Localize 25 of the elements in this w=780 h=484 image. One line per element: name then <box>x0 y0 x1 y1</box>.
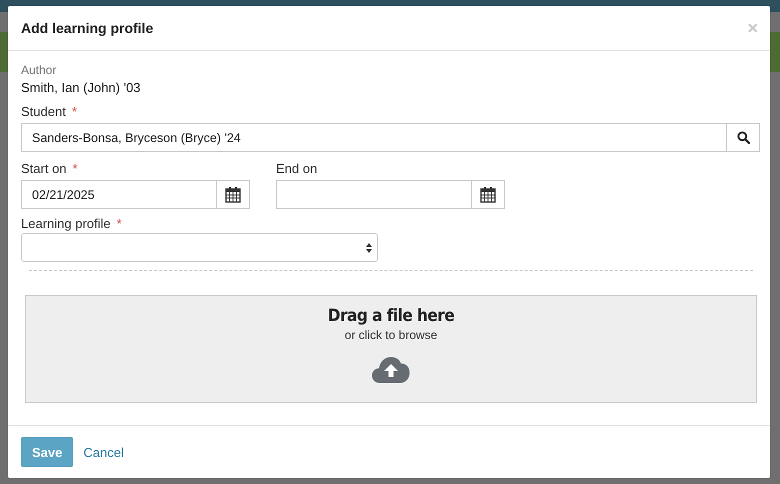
student-field[interactable]: Sanders-Bonsa, Bryceson (Bryce) '24 <box>21 123 726 152</box>
sort-caret-icon <box>366 242 372 252</box>
date-field[interactable] <box>276 180 471 209</box>
date-field[interactable]: 02/21/2025 <box>21 180 216 209</box>
author-name: Smith, Ian (John) '03 <box>21 80 142 95</box>
learning-profile-label: Learning profile <box>21 216 111 231</box>
cancel-link[interactable]: Cancel <box>83 444 124 460</box>
search-icon <box>736 131 750 144</box>
file-dropzone[interactable]: Drag a file here or click to browse <box>25 295 757 403</box>
student-label: Student <box>21 104 66 119</box>
dialog-title: Add learning profile <box>21 20 154 36</box>
dropzone-subtitle: or click to browse <box>344 328 438 342</box>
calendar-icon <box>480 186 496 203</box>
date-label: Start on <box>21 161 67 176</box>
required-mark: * <box>116 216 122 231</box>
required-mark: * <box>72 104 77 119</box>
author-label: Author <box>21 63 58 77</box>
dropzone-title: Drag a file here <box>328 306 454 326</box>
calendar-button[interactable] <box>471 180 505 209</box>
cloud-upload-icon <box>372 356 410 383</box>
date-label: End on <box>276 161 318 176</box>
calendar-icon <box>225 186 241 203</box>
search-button[interactable] <box>726 123 760 152</box>
required-mark: * <box>72 161 78 176</box>
calendar-button[interactable] <box>216 180 250 209</box>
